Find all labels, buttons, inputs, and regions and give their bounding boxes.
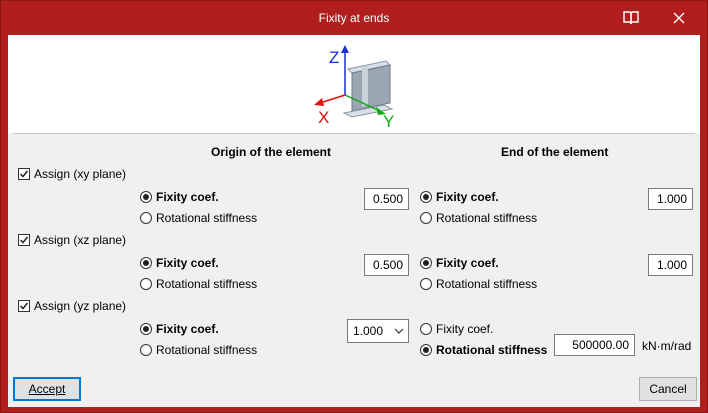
window-title: Fixity at ends xyxy=(318,11,390,25)
x-axis-line xyxy=(319,94,346,104)
radio-dot xyxy=(423,260,429,266)
assign-xy-checkbox[interactable]: Assign (xy plane) xyxy=(18,167,126,181)
yz-end-stiffness-radio[interactable]: Rotational stiffness xyxy=(420,343,547,357)
radio-circle xyxy=(140,278,152,290)
close-icon xyxy=(673,12,685,24)
xy-end-value-input[interactable]: 1.000 xyxy=(648,188,693,210)
assign-xy-label: Assign (xy plane) xyxy=(34,167,127,181)
assign-xz-label: Assign (xz plane) xyxy=(34,233,127,247)
cancel-button[interactable]: Cancel xyxy=(639,377,697,401)
separator xyxy=(13,133,695,134)
close-button[interactable] xyxy=(657,1,701,35)
beam-axes-diagram: Z X Y xyxy=(314,45,394,131)
radio-dot xyxy=(143,326,149,332)
checkmark-icon xyxy=(19,236,29,244)
radio-circle xyxy=(420,344,432,356)
dialog-body: Z X Y Origin of the element End of the e… xyxy=(8,35,700,407)
radio-label: Rotational stiffness xyxy=(156,211,258,225)
yz-origin-fixity-radio[interactable]: Fixity coef. xyxy=(140,322,219,336)
radio-circle xyxy=(420,323,432,335)
select-value: 1.000 xyxy=(353,324,384,338)
xz-end-value-input[interactable]: 1.000 xyxy=(648,254,693,276)
xy-origin-stiffness-radio[interactable]: Rotational stiffness xyxy=(140,211,257,225)
checkbox-box xyxy=(18,234,30,246)
checkmark-icon xyxy=(19,170,29,178)
radio-label: Rotational stiffness xyxy=(436,211,538,225)
radio-label: Rotational stiffness xyxy=(156,343,258,357)
chevron-down-icon xyxy=(394,320,404,349)
xz-origin-fixity-radio[interactable]: Fixity coef. xyxy=(140,256,219,270)
radio-label: Rotational stiffness xyxy=(436,343,548,357)
radio-circle xyxy=(140,191,152,203)
radio-label: Fixity coef. xyxy=(436,190,499,204)
end-column-header: End of the element xyxy=(501,145,609,159)
xy-origin-value-input[interactable]: 0.500 xyxy=(364,188,409,210)
xz-end-stiffness-radio[interactable]: Rotational stiffness xyxy=(420,277,537,291)
radio-circle xyxy=(420,191,432,203)
checkbox-box xyxy=(18,300,30,312)
xy-end-fixity-radio[interactable]: Fixity coef. xyxy=(420,190,499,204)
book-icon xyxy=(623,11,639,25)
yz-origin-value-select[interactable]: 1.000 xyxy=(347,319,409,343)
radio-circle xyxy=(420,257,432,269)
radio-dot xyxy=(143,194,149,200)
xz-end-fixity-radio[interactable]: Fixity coef. xyxy=(420,256,499,270)
radio-dot xyxy=(423,347,429,353)
assign-yz-checkbox[interactable]: Assign (yz plane) xyxy=(18,299,126,313)
radio-label: Fixity coef. xyxy=(436,256,499,270)
radio-circle xyxy=(140,257,152,269)
origin-column-header: Origin of the element xyxy=(211,145,332,159)
z-axis-label: Z xyxy=(329,48,339,67)
xz-origin-value-input[interactable]: 0.500 xyxy=(364,254,409,276)
dialog-window: Fixity at ends Z X Y Origin of the eleme… xyxy=(0,0,708,413)
xy-end-stiffness-radio[interactable]: Rotational stiffness xyxy=(420,211,537,225)
radio-label: Fixity coef. xyxy=(156,190,219,204)
xz-origin-stiffness-radio[interactable]: Rotational stiffness xyxy=(140,277,257,291)
checkbox-box xyxy=(18,168,30,180)
radio-circle xyxy=(140,323,152,335)
y-axis-label: Y xyxy=(383,112,394,131)
radio-label: Rotational stiffness xyxy=(156,277,258,291)
yz-end-value-input[interactable]: 500000.00 xyxy=(554,334,635,356)
yz-end-fixity-radio[interactable]: Fixity coef. xyxy=(420,322,493,336)
help-button[interactable] xyxy=(609,1,653,35)
accept-button[interactable]: Accept xyxy=(13,377,81,401)
radio-label: Fixity coef. xyxy=(156,256,219,270)
radio-circle xyxy=(140,212,152,224)
xy-origin-fixity-radio[interactable]: Fixity coef. xyxy=(140,190,219,204)
checkmark-icon xyxy=(19,302,29,310)
radio-circle xyxy=(140,344,152,356)
radio-label: Rotational stiffness xyxy=(436,277,538,291)
radio-dot xyxy=(143,260,149,266)
radio-circle xyxy=(420,212,432,224)
diagram-area: Z X Y xyxy=(8,35,700,133)
accept-label: Accept xyxy=(28,382,66,396)
unit-label: kN·m/rad xyxy=(642,339,692,353)
assign-xz-checkbox[interactable]: Assign (xz plane) xyxy=(18,233,126,247)
radio-dot xyxy=(423,194,429,200)
radio-circle xyxy=(420,278,432,290)
radio-label: Fixity coef. xyxy=(436,322,494,336)
assign-yz-label: Assign (yz plane) xyxy=(34,299,127,313)
x-axis-label: X xyxy=(318,108,329,127)
cancel-label: Cancel xyxy=(649,382,687,396)
title-bar: Fixity at ends xyxy=(1,1,707,35)
yz-origin-stiffness-radio[interactable]: Rotational stiffness xyxy=(140,343,257,357)
radio-label: Fixity coef. xyxy=(156,322,219,336)
